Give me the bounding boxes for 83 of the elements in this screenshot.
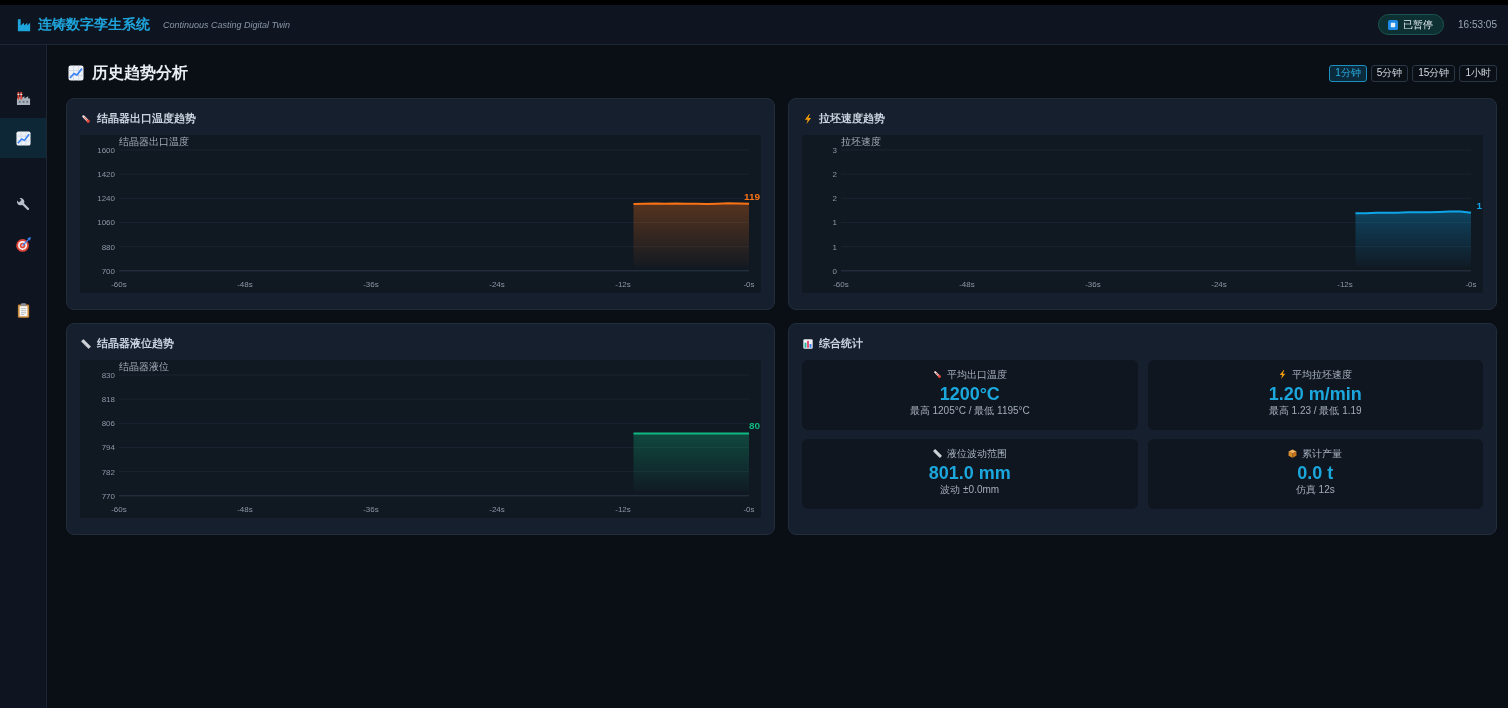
- stat-label: 平均拉坯速度: [1292, 367, 1353, 382]
- y-tick-label: 794: [101, 443, 115, 453]
- stat-label: 平均出口温度: [946, 367, 1007, 382]
- card-title: 综合统计: [819, 336, 863, 351]
- bar-chart-icon: [803, 338, 813, 349]
- stat-detail: 最高 1205°C / 最低 1195°C: [909, 404, 1030, 417]
- x-tick-label: -0s: [743, 279, 755, 289]
- y-tick-label: 2: [832, 170, 837, 180]
- time-range-tab[interactable]: 1小时: [1459, 64, 1497, 82]
- app-title: 连铸数字孪生系统: [38, 15, 150, 34]
- axis-title: 结晶器出口温度: [118, 136, 189, 147]
- stat-value: 0.0 t: [1297, 461, 1334, 484]
- clipboard-icon: [15, 302, 31, 318]
- x-tick-label: -36s: [363, 504, 379, 514]
- y-tick-label: 2: [832, 194, 837, 204]
- y-tick-label: 806: [101, 419, 115, 429]
- x-tick-label: -12s: [1337, 279, 1353, 289]
- time-range-tab[interactable]: 1分钟: [1329, 64, 1367, 82]
- value-label: 80: [748, 420, 760, 432]
- line-chart-icon: [68, 65, 84, 81]
- y-tick-label: 0: [832, 266, 837, 276]
- line-chart-icon: [15, 130, 31, 146]
- axis-title: 结晶器液位: [118, 360, 169, 372]
- x-tick-label: -36s: [1085, 279, 1101, 289]
- stat-detail: 最高 1.23 / 最低 1.19: [1268, 404, 1362, 417]
- target-icon: [15, 236, 31, 252]
- stat-value: 1.20 m/min: [1268, 382, 1362, 405]
- x-tick-label: -0s: [1465, 279, 1477, 289]
- card-title: 结晶器出口温度趋势: [97, 112, 196, 126]
- clock-time: 16:53:05: [1458, 19, 1497, 30]
- y-tick-label: 1420: [97, 170, 115, 180]
- x-tick-label: -12s: [615, 279, 631, 289]
- axis-title: 拉坯速度: [840, 136, 881, 147]
- x-tick-label: -48s: [237, 504, 253, 514]
- y-tick-label: 880: [101, 242, 115, 252]
- stat-label: 液位波动范围: [946, 446, 1007, 461]
- y-tick-label: 830: [101, 370, 115, 380]
- nav-button[interactable]: [0, 118, 46, 158]
- stop-icon: [1388, 19, 1399, 30]
- thermometer-icon: [81, 114, 91, 124]
- y-tick-label: 1240: [97, 194, 115, 204]
- stat-label: 累计产量: [1302, 446, 1343, 461]
- card-title: 拉坯速度趋势: [819, 112, 885, 126]
- lightning-icon: [803, 114, 813, 124]
- x-tick-label: -48s: [237, 279, 253, 289]
- stat-detail: 波动 ±0.0mm: [940, 483, 1000, 496]
- ruler-icon: [932, 449, 942, 459]
- x-tick-label: -24s: [1211, 279, 1227, 289]
- y-tick-label: 700: [101, 266, 115, 276]
- time-range-tab[interactable]: 15分钟: [1412, 64, 1456, 82]
- y-tick-label: 1600: [97, 145, 115, 155]
- value-label: 119: [743, 190, 760, 202]
- y-tick-label: 1060: [97, 218, 115, 228]
- y-tick-label: 1: [832, 242, 837, 252]
- factory-logo-icon: [17, 16, 31, 33]
- time-range-tab[interactable]: 5分钟: [1370, 64, 1409, 82]
- app-subtitle: Continuous Casting Digital Twin: [163, 19, 290, 30]
- y-tick-label: 3: [832, 145, 837, 155]
- y-tick-label: 818: [101, 394, 115, 404]
- y-tick-label: 1: [832, 218, 837, 228]
- x-tick-label: -48s: [959, 279, 975, 289]
- x-tick-label: -60s: [833, 279, 849, 289]
- ruler-icon: [81, 338, 91, 349]
- x-tick-label: -12s: [615, 504, 631, 514]
- x-tick-label: -60s: [111, 504, 127, 514]
- x-tick-label: -60s: [111, 279, 127, 289]
- value-label: 1: [1476, 199, 1482, 211]
- x-tick-label: -24s: [489, 504, 505, 514]
- paused-status-button[interactable]: 已暂停: [1378, 14, 1445, 35]
- x-tick-label: -24s: [489, 279, 505, 289]
- lightning-icon: [1278, 370, 1288, 380]
- factory-icon: [15, 90, 31, 106]
- y-tick-label: 782: [101, 467, 115, 477]
- wrench-icon: [15, 196, 31, 212]
- page-title: 历史趋势分析: [92, 62, 188, 83]
- x-tick-label: -0s: [743, 504, 755, 514]
- card-title: 结晶器液位趋势: [97, 336, 174, 351]
- stat-value: 801.0 mm: [928, 461, 1011, 484]
- box-icon: [1288, 449, 1298, 459]
- y-tick-label: 770: [101, 491, 115, 501]
- stat-detail: 仿真 12s: [1295, 483, 1335, 496]
- x-tick-label: -36s: [363, 279, 379, 289]
- stat-value: 1200°C: [939, 382, 1000, 405]
